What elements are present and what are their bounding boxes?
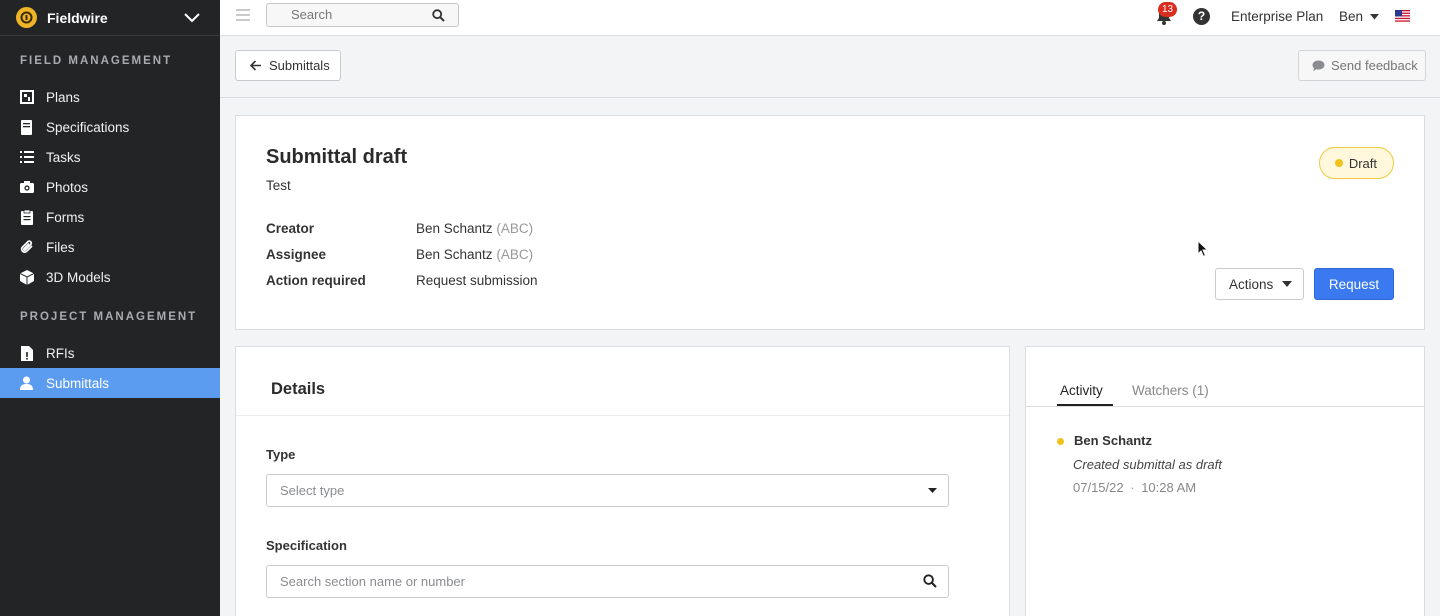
caret-down-icon [1369,14,1379,20]
sidebar-item-label: 3D Models [46,269,111,285]
request-button[interactable]: Request [1314,268,1394,300]
plans-icon [19,90,34,105]
fieldwire-logo-icon [16,7,37,28]
sidebar-item-label: Specifications [46,119,130,135]
camera-icon [19,180,34,195]
mouse-cursor-icon [1197,240,1209,258]
actions-label: Actions [1229,276,1274,292]
back-button-label: Submittals [269,58,330,73]
sidebar-item-3d-models[interactable]: 3D Models [0,262,220,292]
sidebar-item-files[interactable]: Files [0,232,220,262]
sidebar-item-label: Files [46,239,75,255]
tab-watchers[interactable]: Watchers (1) [1132,383,1209,398]
menu-icon[interactable] [236,9,250,24]
details-card: Details Type Select type Specification S… [235,346,1010,616]
specification-placeholder: Search section name or number [280,574,465,589]
help-icon[interactable]: ? [1193,8,1210,25]
submittal-header-card: Submittal draft Test Draft Creator Ben S… [235,115,1425,330]
activity-time: 10:28 AM [1141,480,1197,495]
assignee-company: (ABC) [496,247,534,262]
user-name: Ben [1339,9,1364,24]
activity-timestamp: 07/15/22 · 10:28 AM [1073,480,1196,495]
notification-badge[interactable]: 13 [1158,2,1178,17]
sidebar-item-label: Photos [46,179,89,195]
meta-label: Creator [266,221,315,236]
caret-down-icon [1282,281,1293,287]
cube-icon [19,269,34,285]
sidebar-item-photos[interactable]: Photos [0,172,220,202]
creator-name: Ben Schantz [416,221,493,236]
send-feedback-button[interactable]: Send feedback [1298,50,1426,81]
feedback-label: Send feedback [1331,58,1418,73]
status-label: Draft [1348,155,1377,171]
status-badge: Draft [1318,147,1394,179]
activity-card: Activity Watchers (1) Ben Schantz Create… [1025,346,1425,616]
submittal-subtitle: Test [266,178,291,193]
specification-search-input[interactable]: Search section name or number [266,565,949,598]
actions-dropdown-button[interactable]: Actions [1215,268,1304,300]
meta-value: Request submission [416,273,538,288]
type-placeholder: Select type [280,483,345,498]
section-title-project-management: PROJECT MANAGEMENT [20,311,198,323]
sidebar-item-tasks[interactable]: Tasks [0,142,220,172]
project-switcher[interactable]: Fieldwire [0,0,220,36]
type-select[interactable]: Select type [266,474,949,507]
meta-value: Ben Schantz (ABC) [416,247,533,262]
page-subheader: Submittals Send feedback [220,36,1440,98]
arrow-left-icon [250,60,261,71]
divider [1026,406,1424,407]
search-placeholder: Search [291,7,333,22]
specifications-icon [19,119,34,135]
sidebar-item-label: Submittals [46,375,110,391]
back-to-submittals-button[interactable]: Submittals [235,50,341,81]
user-menu[interactable]: Ben [1339,9,1379,24]
divider [236,415,1009,416]
type-label: Type [266,447,296,462]
rfi-icon [19,345,34,361]
sidebar-item-label: Tasks [46,149,81,165]
sidebar: Fieldwire FIELD MANAGEMENT Plans Specifi… [0,0,220,616]
sidebar-item-plans[interactable]: Plans [0,82,220,112]
sidebar-item-rfis[interactable]: RFIs [0,338,220,368]
activity-date: 07/15/22 [1073,480,1124,495]
specification-label: Specification [266,538,347,553]
search-icon[interactable] [432,9,445,22]
search-input[interactable]: Search [266,3,459,27]
meta-label: Action required [266,273,366,288]
plan-label[interactable]: Enterprise Plan [1231,9,1323,24]
assignee-name: Ben Schantz [416,247,493,262]
sidebar-item-label: Forms [46,209,85,225]
chevron-down-icon[interactable] [184,12,200,23]
paperclip-icon [19,240,34,255]
tasks-icon [19,150,34,165]
search-icon[interactable] [923,574,937,588]
sidebar-item-label: RFIs [46,345,75,361]
meta-label: Assignee [266,247,327,262]
chat-bubble-icon [1312,60,1325,71]
person-icon [19,376,34,391]
details-title: Details [271,380,326,398]
activity-description: Created submittal as draft [1073,457,1222,472]
sidebar-item-label: Plans [46,89,80,105]
meta-value: Ben Schantz (ABC) [416,221,533,236]
separator: · [1130,480,1135,495]
activity-dot [1057,438,1064,445]
tab-activity[interactable]: Activity [1060,383,1103,398]
caret-down-icon [928,488,937,493]
app-name: Fieldwire [47,9,108,26]
section-title-field-management: FIELD MANAGEMENT [20,55,173,67]
sidebar-item-forms[interactable]: Forms [0,202,220,232]
page-title: Submittal draft [266,146,408,168]
status-dot [1334,159,1343,167]
sidebar-item-submittals[interactable]: Submittals [0,368,220,398]
creator-company: (ABC) [496,221,534,236]
sidebar-item-specifications[interactable]: Specifications [0,112,220,142]
forms-icon [19,209,34,225]
activity-user-name: Ben Schantz [1074,433,1153,448]
us-flag-icon[interactable] [1395,10,1410,22]
top-bar: Search 13 ? Enterprise Plan Ben [220,0,1440,36]
